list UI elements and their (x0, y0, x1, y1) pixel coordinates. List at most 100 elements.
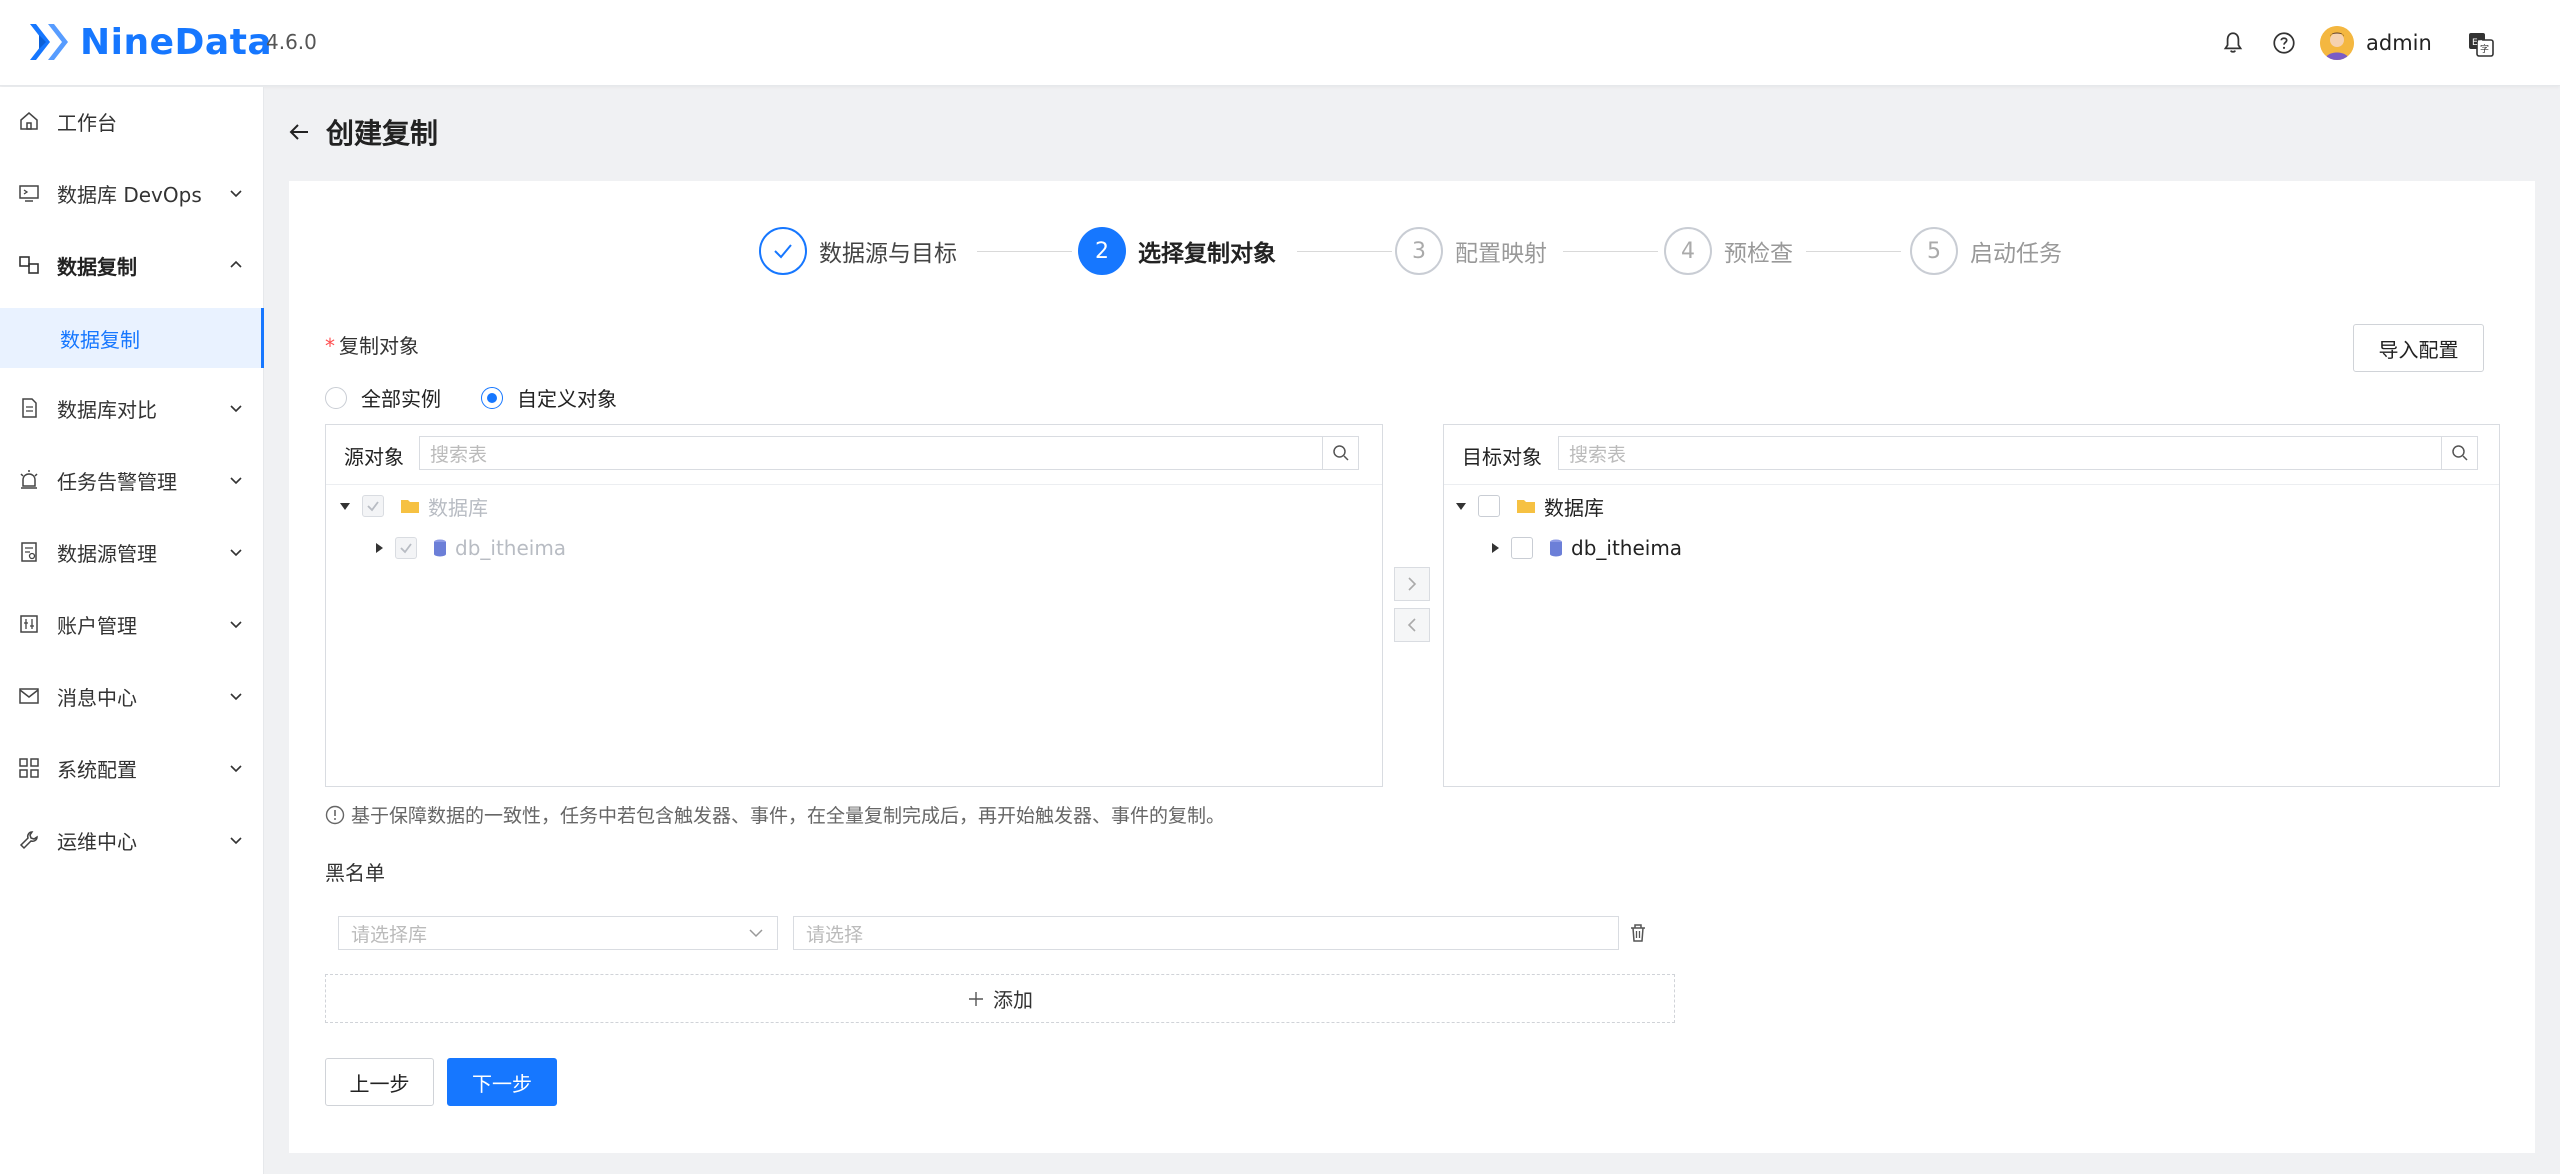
chevron-left-icon (1407, 618, 1416, 632)
help-icon[interactable] (2271, 30, 2297, 56)
grid-icon (19, 758, 39, 778)
page-header: 创建复制 (288, 112, 438, 152)
avatar[interactable] (2320, 26, 2354, 60)
alarm-icon (20, 470, 38, 489)
step-label: 数据源与目标 (819, 241, 957, 267)
sidebar-item-label: 数据库 DevOps (57, 182, 202, 207)
sidebar-item-label: 消息中心 (57, 685, 137, 710)
blacklist-object-placeholder: 请选择 (806, 923, 864, 946)
source-panel-header: 源对象 搜索表 (326, 425, 1382, 485)
target-panel-title: 目标对象 (1462, 445, 1542, 469)
move-left-button[interactable] (1394, 608, 1430, 642)
step-connector (1806, 251, 1901, 252)
checkbox[interactable] (1511, 537, 1533, 559)
target-search-input[interactable]: 搜索表 (1558, 436, 2478, 470)
database-icon (434, 539, 446, 557)
chevron-down-icon (230, 837, 242, 845)
chevron-right-icon (1408, 577, 1417, 591)
caret-right-icon[interactable] (376, 543, 383, 553)
step-circle: 3 (1395, 227, 1443, 275)
logo[interactable]: NineData (22, 18, 272, 66)
bell-icon[interactable] (2220, 30, 2246, 56)
chevron-down-icon (230, 190, 242, 198)
move-right-button[interactable] (1394, 567, 1430, 601)
import-config-button[interactable]: 导入配置 (2353, 324, 2484, 372)
required-star: * (325, 334, 335, 358)
blacklist-object-select[interactable]: 请选择 (793, 916, 1619, 950)
add-blacklist-label: 添加 (993, 988, 1033, 1012)
compare-doc-icon (22, 398, 37, 418)
blacklist-db-select[interactable]: 请选择库 (338, 916, 778, 950)
search-icon (1332, 445, 1349, 461)
sidebar-item-alerts[interactable]: 任务告警管理 (0, 450, 264, 510)
radio-custom-label[interactable]: 自定义对象 (517, 383, 617, 412)
sidebar-subitem-replication[interactable]: 数据复制 (0, 308, 264, 368)
tree-node-database[interactable]: 数据库 (1456, 488, 1604, 524)
sidebar-item-devops[interactable]: 数据库 DevOps (0, 163, 264, 223)
step-source-target: 数据源与目标 (759, 227, 957, 275)
source-search-button[interactable] (1322, 437, 1358, 469)
chevron-down-icon (749, 929, 763, 938)
tree-node-db-itheima[interactable]: db_itheima (1492, 530, 1682, 566)
radio-all-instances[interactable] (325, 386, 347, 409)
previous-step-button[interactable]: 上一步 (325, 1058, 434, 1106)
page-title: 创建复制 (326, 117, 439, 150)
step-precheck: 4 预检查 (1664, 227, 1793, 275)
checkbox[interactable] (362, 495, 384, 517)
step-circle: 2 (1078, 227, 1126, 275)
sidebar-item-label: 任务告警管理 (57, 469, 177, 494)
blacklist-label: 黑名单 (325, 861, 385, 885)
sidebar-item-messages[interactable]: 消息中心 (0, 666, 264, 726)
target-search-placeholder: 搜索表 (1569, 443, 1627, 466)
target-search-button[interactable] (2441, 437, 2477, 469)
check-icon (774, 244, 792, 259)
caret-down-icon[interactable] (340, 502, 350, 510)
replication-icon (19, 256, 39, 274)
tree-node-label: 数据库 (428, 495, 488, 520)
step-connector (1563, 251, 1658, 252)
trash-icon[interactable] (1627, 922, 1649, 944)
tree-node-db-itheima[interactable]: db_itheima (376, 530, 566, 566)
check-icon (367, 501, 379, 512)
sidebar-item-ops[interactable]: 运维中心 (0, 810, 264, 870)
app-name: NineData (80, 21, 273, 63)
caret-down-icon[interactable] (1456, 502, 1466, 510)
back-arrow-icon[interactable] (288, 120, 312, 144)
radio-custom-objects[interactable] (481, 386, 503, 409)
monitor-icon (19, 185, 39, 202)
username[interactable]: admin (2366, 31, 2432, 55)
sidebar-item-datasource[interactable]: 数据源管理 (0, 522, 264, 582)
sidebar-item-label: 数据源管理 (57, 541, 157, 566)
language-icon[interactable]: En 字 (2467, 30, 2495, 58)
chevron-down-icon (230, 405, 242, 413)
next-step-button[interactable]: 下一步 (447, 1058, 557, 1106)
mail-icon (19, 688, 39, 704)
sidebar-item-label: 数据库对比 (57, 397, 157, 422)
source-panel-title: 源对象 (344, 445, 404, 469)
step-circle: 4 (1664, 227, 1712, 275)
source-search-input[interactable]: 搜索表 (419, 436, 1359, 470)
sidebar-item-settings[interactable]: 系统配置 (0, 738, 264, 798)
add-blacklist-button[interactable]: 添加 (325, 974, 1675, 1023)
target-panel: 目标对象 搜索表 数据库 db_itheima (1443, 424, 2500, 787)
consistency-note-text: 基于保障数据的一致性，任务中若包含触发器、事件，在全量复制完成后，再开始触发器、… (351, 805, 1226, 827)
caret-right-icon[interactable] (1492, 543, 1499, 553)
sidebar-item-compare[interactable]: 数据库对比 (0, 378, 264, 438)
sidebar-item-workbench[interactable]: 工作台 (0, 91, 264, 151)
tree-node-database[interactable]: 数据库 (340, 488, 488, 524)
avatar-image-icon (2320, 26, 2354, 60)
account-icon (20, 615, 38, 633)
chevron-down-icon (230, 765, 242, 773)
top-bar: NineData 4.6.0 admin En 字 (0, 0, 2560, 86)
radio-all-label[interactable]: 全部实例 (361, 383, 441, 412)
wrench-icon (19, 831, 38, 850)
checkbox[interactable] (1478, 495, 1500, 517)
sidebar-item-accounts[interactable]: 账户管理 (0, 594, 264, 654)
main-card: 数据源与目标 2 选择复制对象 3 配置映射 4 预检查 5 启动任务 * 复制对… (289, 181, 2535, 1153)
sidebar-item-replication[interactable]: 数据复制 (0, 235, 264, 295)
source-panel: 源对象 搜索表 数据库 db_itheima (325, 424, 1383, 787)
step-start-task: 5 启动任务 (1910, 227, 2062, 275)
checkbox[interactable] (395, 537, 417, 559)
chevron-down-icon (230, 621, 242, 629)
step-indicator: 数据源与目标 2 选择复制对象 3 配置映射 4 预检查 5 启动任务 (289, 181, 2535, 291)
